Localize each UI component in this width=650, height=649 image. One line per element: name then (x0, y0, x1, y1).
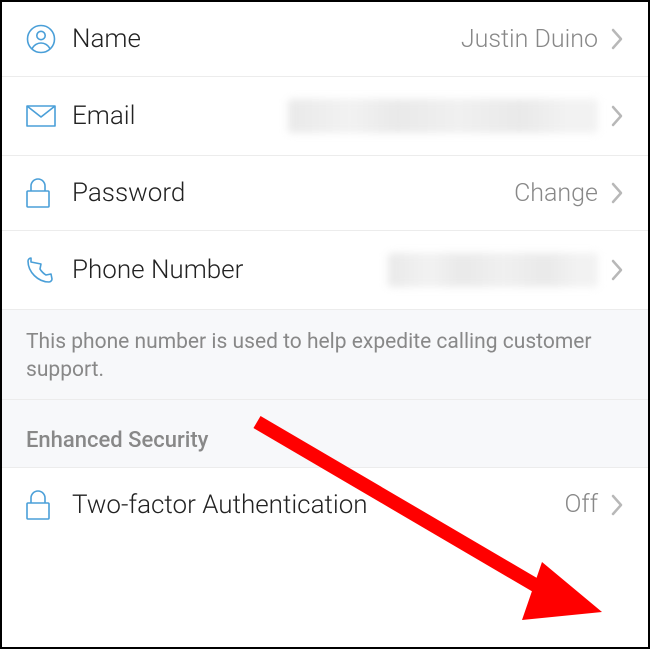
chevron-right-icon (610, 104, 624, 128)
redacted-value (288, 99, 598, 133)
row-value: Justin Duino (461, 25, 598, 54)
lock-icon (26, 178, 72, 208)
person-icon (26, 24, 72, 54)
row-label: Email (72, 101, 135, 131)
chevron-right-icon (610, 181, 624, 205)
row-phone[interactable]: Phone Number (2, 231, 648, 310)
phone-icon (26, 256, 72, 284)
row-password[interactable]: Password Change (2, 156, 648, 231)
lock-icon (26, 490, 72, 520)
row-label: Phone Number (72, 255, 243, 285)
envelope-icon (26, 105, 72, 127)
row-value: Off (564, 490, 598, 519)
section-header-enhanced-security: Enhanced Security (2, 400, 648, 468)
chevron-right-icon (610, 27, 624, 51)
row-label: Two-factor Authentication (72, 490, 368, 520)
row-name[interactable]: Name Justin Duino (2, 2, 648, 77)
section-note: This phone number is used to help expedi… (2, 310, 648, 400)
row-label: Password (72, 178, 185, 208)
chevron-right-icon (610, 258, 624, 282)
redacted-value (388, 253, 598, 287)
row-email[interactable]: Email (2, 77, 648, 156)
row-value: Change (514, 179, 598, 208)
chevron-right-icon (610, 493, 624, 517)
row-two-factor[interactable]: Two-factor Authentication Off (2, 468, 648, 542)
row-label: Name (72, 24, 141, 54)
